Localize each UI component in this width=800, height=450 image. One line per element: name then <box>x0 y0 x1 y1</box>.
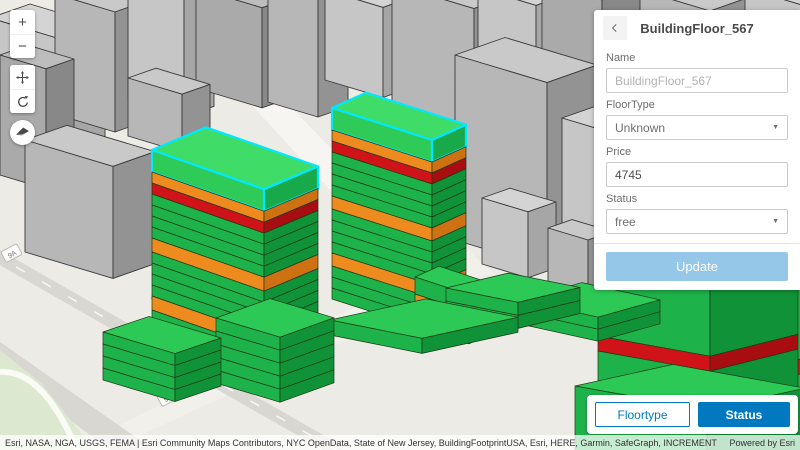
zoom-in-button[interactable]: + <box>10 10 35 34</box>
layer-toggle-bar: Floortype Status <box>587 395 798 434</box>
floortype-value: Unknown <box>615 120 666 135</box>
update-button[interactable]: Update <box>606 252 788 281</box>
status-value: free <box>615 214 636 229</box>
panel-header: BuildingFloor_567 <box>594 10 800 46</box>
chevron-left-icon <box>611 24 617 32</box>
compass-button[interactable] <box>10 120 35 145</box>
status-label: Status <box>606 193 638 205</box>
panel-body: Name FloorType Unknown ▼ Price Status fr… <box>594 52 800 234</box>
floortype-label: FloorType <box>606 99 655 111</box>
panel-footer: Update <box>594 243 800 290</box>
attribution-bar: Esri, NASA, NGA, USGS, FEMA | Esri Commu… <box>0 435 800 450</box>
feature-panel: BuildingFloor_567 Name FloorType Unknown… <box>594 10 800 290</box>
panel-title: BuildingFloor_567 <box>640 20 754 36</box>
name-input[interactable] <box>606 68 788 93</box>
scene-view: 9 Av 9A 9A + − <box>0 0 800 450</box>
pan-rotate-controls <box>10 65 35 113</box>
name-label: Name <box>606 52 636 64</box>
price-input[interactable] <box>606 162 788 187</box>
caret-down-icon: ▼ <box>772 124 779 131</box>
back-button[interactable] <box>603 16 627 40</box>
zoom-controls: + − <box>10 10 35 58</box>
compass-icon <box>16 127 29 136</box>
navigation-widgets: + − <box>10 10 35 145</box>
zoom-out-button[interactable]: − <box>10 34 35 58</box>
caret-down-icon: ▼ <box>772 218 779 225</box>
attribution-sources: Esri, NASA, NGA, USGS, FEMA | Esri Commu… <box>5 437 719 448</box>
rotate-button[interactable] <box>10 89 35 113</box>
status-toggle-button[interactable]: Status <box>698 402 790 427</box>
floortype-select[interactable]: Unknown ▼ <box>606 115 788 140</box>
pan-button[interactable] <box>10 65 35 89</box>
status-select[interactable]: free ▼ <box>606 209 788 234</box>
floortype-toggle-button[interactable]: Floortype <box>595 402 690 427</box>
pan-icon <box>15 70 30 84</box>
price-label: Price <box>606 146 632 158</box>
rotate-icon <box>17 95 28 107</box>
powered-by-esri: Powered by Esri <box>729 437 795 448</box>
